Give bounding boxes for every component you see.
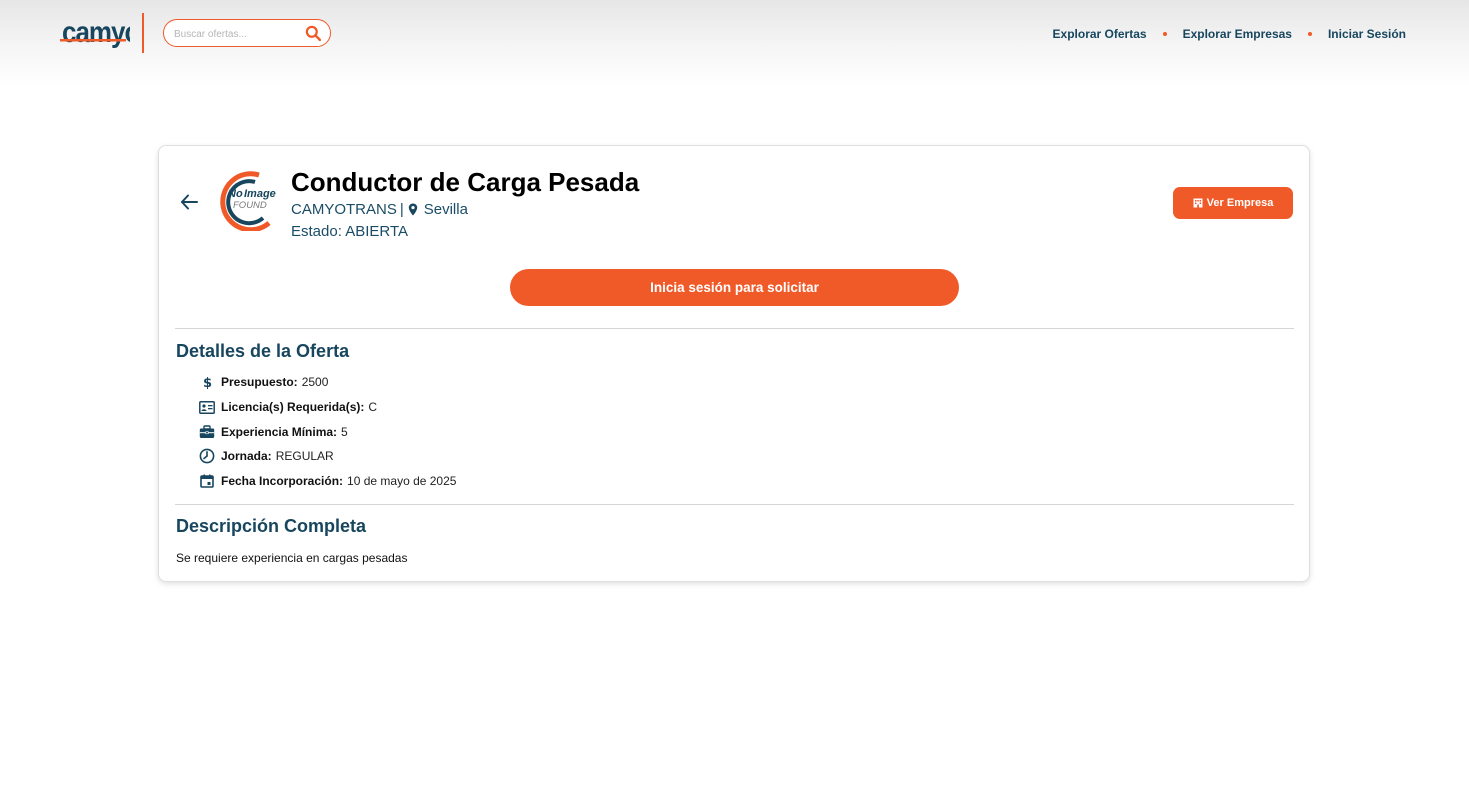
nav-separator-dot xyxy=(1162,32,1167,36)
briefcase-icon xyxy=(197,424,217,440)
detail-row-start-date: Fecha Incorporación: 10 de mayo de 2025 xyxy=(197,472,456,490)
nav-login[interactable]: Iniciar Sesión xyxy=(1328,27,1406,41)
offer-status: Estado: ABIERTA xyxy=(291,223,409,240)
camyo-logo[interactable]: camyo xyxy=(58,12,130,56)
calendar-icon xyxy=(197,473,217,489)
company-location-line: CAMYOTRANS | Sevilla xyxy=(291,201,468,218)
back-arrow-icon[interactable] xyxy=(179,192,199,212)
svg-text:$: $ xyxy=(203,376,212,389)
detail-row-experience: Experiencia Mínima: 5 xyxy=(197,423,348,441)
svg-text:camyo: camyo xyxy=(62,15,130,48)
login-to-apply-button[interactable]: Inicia sesión para solicitar xyxy=(510,269,959,306)
location-pin-icon xyxy=(408,203,417,216)
company-logo-placeholder: No Image FOUND xyxy=(220,171,276,231)
details-heading: Detalles de la Oferta xyxy=(176,341,350,361)
nav-separator-dot xyxy=(1307,32,1312,36)
description-heading: Descripción Completa xyxy=(176,516,367,536)
description-text: Se requiere experiencia en cargas pesada… xyxy=(176,551,408,565)
offer-card: No Image FOUND Conductor de Carga Pesada… xyxy=(158,145,1310,582)
location: Sevilla xyxy=(423,201,468,218)
main-nav: Explorar Ofertas Explorar Empresas Inici… xyxy=(1053,26,1406,42)
id-card-icon xyxy=(197,399,217,415)
view-company-label: Ver Empresa xyxy=(1206,197,1274,209)
dollar-icon: $ xyxy=(197,374,217,390)
detail-row-license: Licencia(s) Requerida(s): C xyxy=(197,398,377,416)
search-icon[interactable] xyxy=(305,25,322,42)
detail-row-schedule: Jornada: REGULAR xyxy=(197,447,334,465)
building-icon xyxy=(1193,198,1203,208)
svg-text:FOUND: FOUND xyxy=(233,200,267,211)
detail-row-budget: $ Presupuesto: 2500 xyxy=(197,373,328,391)
view-company-button[interactable]: Ver Empresa xyxy=(1173,187,1293,219)
svg-text:No: No xyxy=(228,188,243,200)
logo-divider xyxy=(142,13,144,53)
svg-text:Image: Image xyxy=(244,188,276,200)
offer-title: Conductor de Carga Pesada xyxy=(291,167,640,197)
search-bar xyxy=(163,19,331,47)
clock-icon xyxy=(197,448,217,464)
separator: | xyxy=(399,201,404,218)
company-name[interactable]: CAMYOTRANS xyxy=(291,201,397,218)
nav-explore-offers[interactable]: Explorar Ofertas xyxy=(1053,27,1147,41)
search-input[interactable] xyxy=(174,25,299,43)
nav-explore-companies[interactable]: Explorar Empresas xyxy=(1183,27,1292,41)
divider xyxy=(175,504,1294,505)
divider xyxy=(175,328,1294,329)
header: camyo Explorar Ofertas Explorar Empresas… xyxy=(0,0,1469,88)
